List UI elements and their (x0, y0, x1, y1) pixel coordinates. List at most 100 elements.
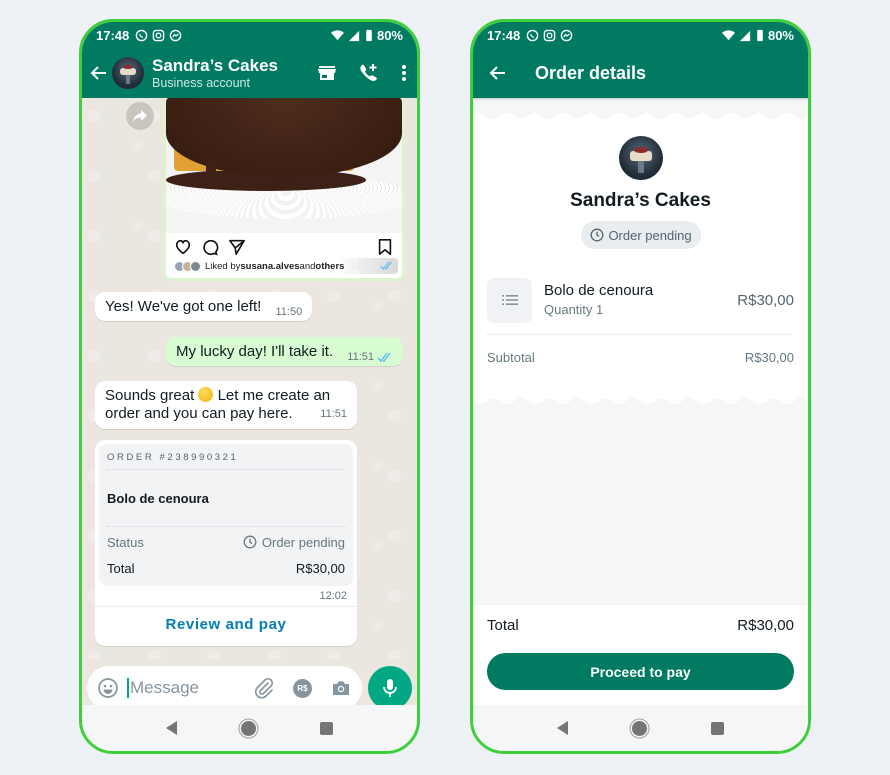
payment-button[interactable]: R$ (293, 678, 312, 698)
order-footer: Total R$30,00 Proceed to pay (473, 604, 808, 705)
messenger-icon (169, 29, 182, 41)
microphone-icon (383, 679, 397, 697)
message-bubble-incoming[interactable]: Sounds great Let me create an order and … (95, 381, 357, 429)
whatsapp-icon (526, 29, 539, 41)
total-value: R$30,00 (737, 617, 794, 634)
instagram-icon (543, 29, 556, 41)
battery-percent: 80% (767, 27, 794, 43)
liked-prefix: Liked by (205, 260, 241, 272)
emoji-icon[interactable] (97, 677, 119, 699)
nav-recents-icon[interactable] (711, 721, 724, 735)
order-details-phone-frame: 17:48 80% Order details Sandra’s Cakes O… (470, 19, 811, 754)
business-avatar[interactable] (112, 57, 144, 89)
receipt-zigzag-top (473, 112, 808, 119)
battery-icon (366, 29, 372, 41)
item-thumbnail (487, 277, 532, 323)
item-quantity: Quantity 1 (544, 302, 604, 317)
signal-icon (348, 30, 360, 41)
wifi-icon (330, 29, 344, 40)
arrow-left-icon (489, 66, 505, 80)
nav-recents-icon[interactable] (320, 721, 333, 735)
liked-user: susana.alves (240, 260, 300, 272)
order-status-text: Order pending (608, 227, 692, 243)
status-bar: 17:48 80% (82, 22, 417, 48)
liked-middle: and (299, 260, 316, 272)
message-bubble-outgoing[interactable]: My lucky day! I'll take it. 11:51 (166, 337, 403, 366)
instagram-post-actions (166, 233, 402, 257)
chat-contact-subtitle: Business account (152, 75, 250, 90)
text-cursor (127, 678, 129, 698)
back-button[interactable] (487, 62, 509, 84)
order-details-header: Order details (473, 48, 808, 98)
clock-icon (243, 535, 257, 549)
message-input-container[interactable]: Message R$ (87, 666, 362, 710)
comment-icon[interactable] (201, 238, 219, 256)
message-time: 11:50 (275, 306, 303, 318)
order-status-row: Status Order pending (107, 529, 345, 555)
catalog-button[interactable] (315, 61, 339, 85)
total-row: Total R$30,00 (473, 605, 808, 634)
instagram-icon (152, 29, 165, 41)
status-time: 17:48 (487, 27, 521, 43)
menu-button[interactable] (397, 61, 411, 85)
message-bubble-incoming[interactable]: Yes! We've got one left! 11:50 (95, 292, 313, 321)
call-button[interactable] (357, 61, 381, 85)
forward-button[interactable] (126, 102, 154, 130)
forward-icon (133, 110, 147, 122)
double-check-icon (380, 261, 392, 270)
clock-icon (590, 228, 604, 242)
nav-back-icon[interactable] (166, 721, 177, 735)
order-total-value: R$30,00 (295, 560, 345, 576)
message-text: My lucky day! I'll take it. (176, 343, 334, 360)
message-time: 11:51 (320, 408, 347, 420)
nav-home-icon[interactable] (632, 720, 647, 736)
storefront-icon (318, 66, 336, 80)
review-and-pay-button[interactable]: Review and pay (95, 606, 357, 642)
nav-back-icon[interactable] (557, 721, 568, 735)
share-icon[interactable] (228, 238, 246, 256)
item-name: Bolo de cenoura (544, 282, 654, 299)
order-number: ORDER #238990321 (107, 452, 345, 470)
liked-avatars (174, 260, 201, 272)
bookmark-icon[interactable] (376, 238, 394, 256)
message-time: 12:02 (319, 590, 347, 602)
signal-icon (739, 30, 751, 41)
status-bar: 17:48 80% (473, 22, 808, 48)
business-name: Sandra’s Cakes (570, 190, 711, 211)
smiling-face-emoji-icon (198, 387, 214, 402)
subtotal-row: Subtotal R$30,00 (487, 350, 794, 365)
order-total-row: Total R$30,00 (107, 555, 345, 581)
chat-header: Sandra’s Cakes Business account (82, 48, 417, 98)
chat-title-area[interactable]: Sandra’s Cakes Business account (152, 56, 297, 91)
message-text-part: Sounds great (105, 387, 199, 404)
order-status-value: Order pending (261, 534, 345, 550)
paperclip-icon[interactable] (253, 677, 275, 699)
instagram-post-preview[interactable]: Liked by susana.alves and others 11:46 (163, 98, 405, 281)
voice-message-button[interactable] (368, 666, 412, 710)
nav-home-icon[interactable] (241, 720, 256, 736)
order-message-card[interactable]: ORDER #238990321 Bolo de cenoura Status … (95, 440, 357, 646)
chat-contact-name: Sandra’s Cakes (152, 55, 278, 75)
whatsapp-icon (135, 29, 148, 41)
business-avatar (619, 136, 663, 180)
camera-icon[interactable] (330, 677, 352, 699)
add-call-icon (360, 64, 377, 81)
list-icon (501, 295, 518, 305)
subtotal-value: R$30,00 (744, 350, 794, 365)
cake-photo (166, 98, 402, 233)
heart-icon[interactable] (174, 238, 192, 256)
chat-messages-area[interactable]: Liked by susana.alves and others 11:46 Y… (82, 98, 417, 659)
order-status-label: Status (107, 534, 144, 550)
order-item-name: Bolo de cenoura (107, 470, 345, 527)
proceed-to-pay-button[interactable]: Proceed to pay (487, 653, 794, 690)
message-input[interactable]: Message (130, 678, 235, 698)
receipt-zigzag-bottom (473, 398, 808, 405)
back-button[interactable] (88, 62, 110, 84)
battery-percent: 80% (376, 27, 403, 43)
message-time: 11:51 (347, 351, 374, 363)
status-time: 17:48 (96, 27, 130, 43)
messenger-icon (560, 29, 573, 41)
android-nav-bar (473, 705, 808, 751)
arrow-left-icon (90, 66, 106, 80)
message-time: 11:46 (350, 260, 377, 272)
